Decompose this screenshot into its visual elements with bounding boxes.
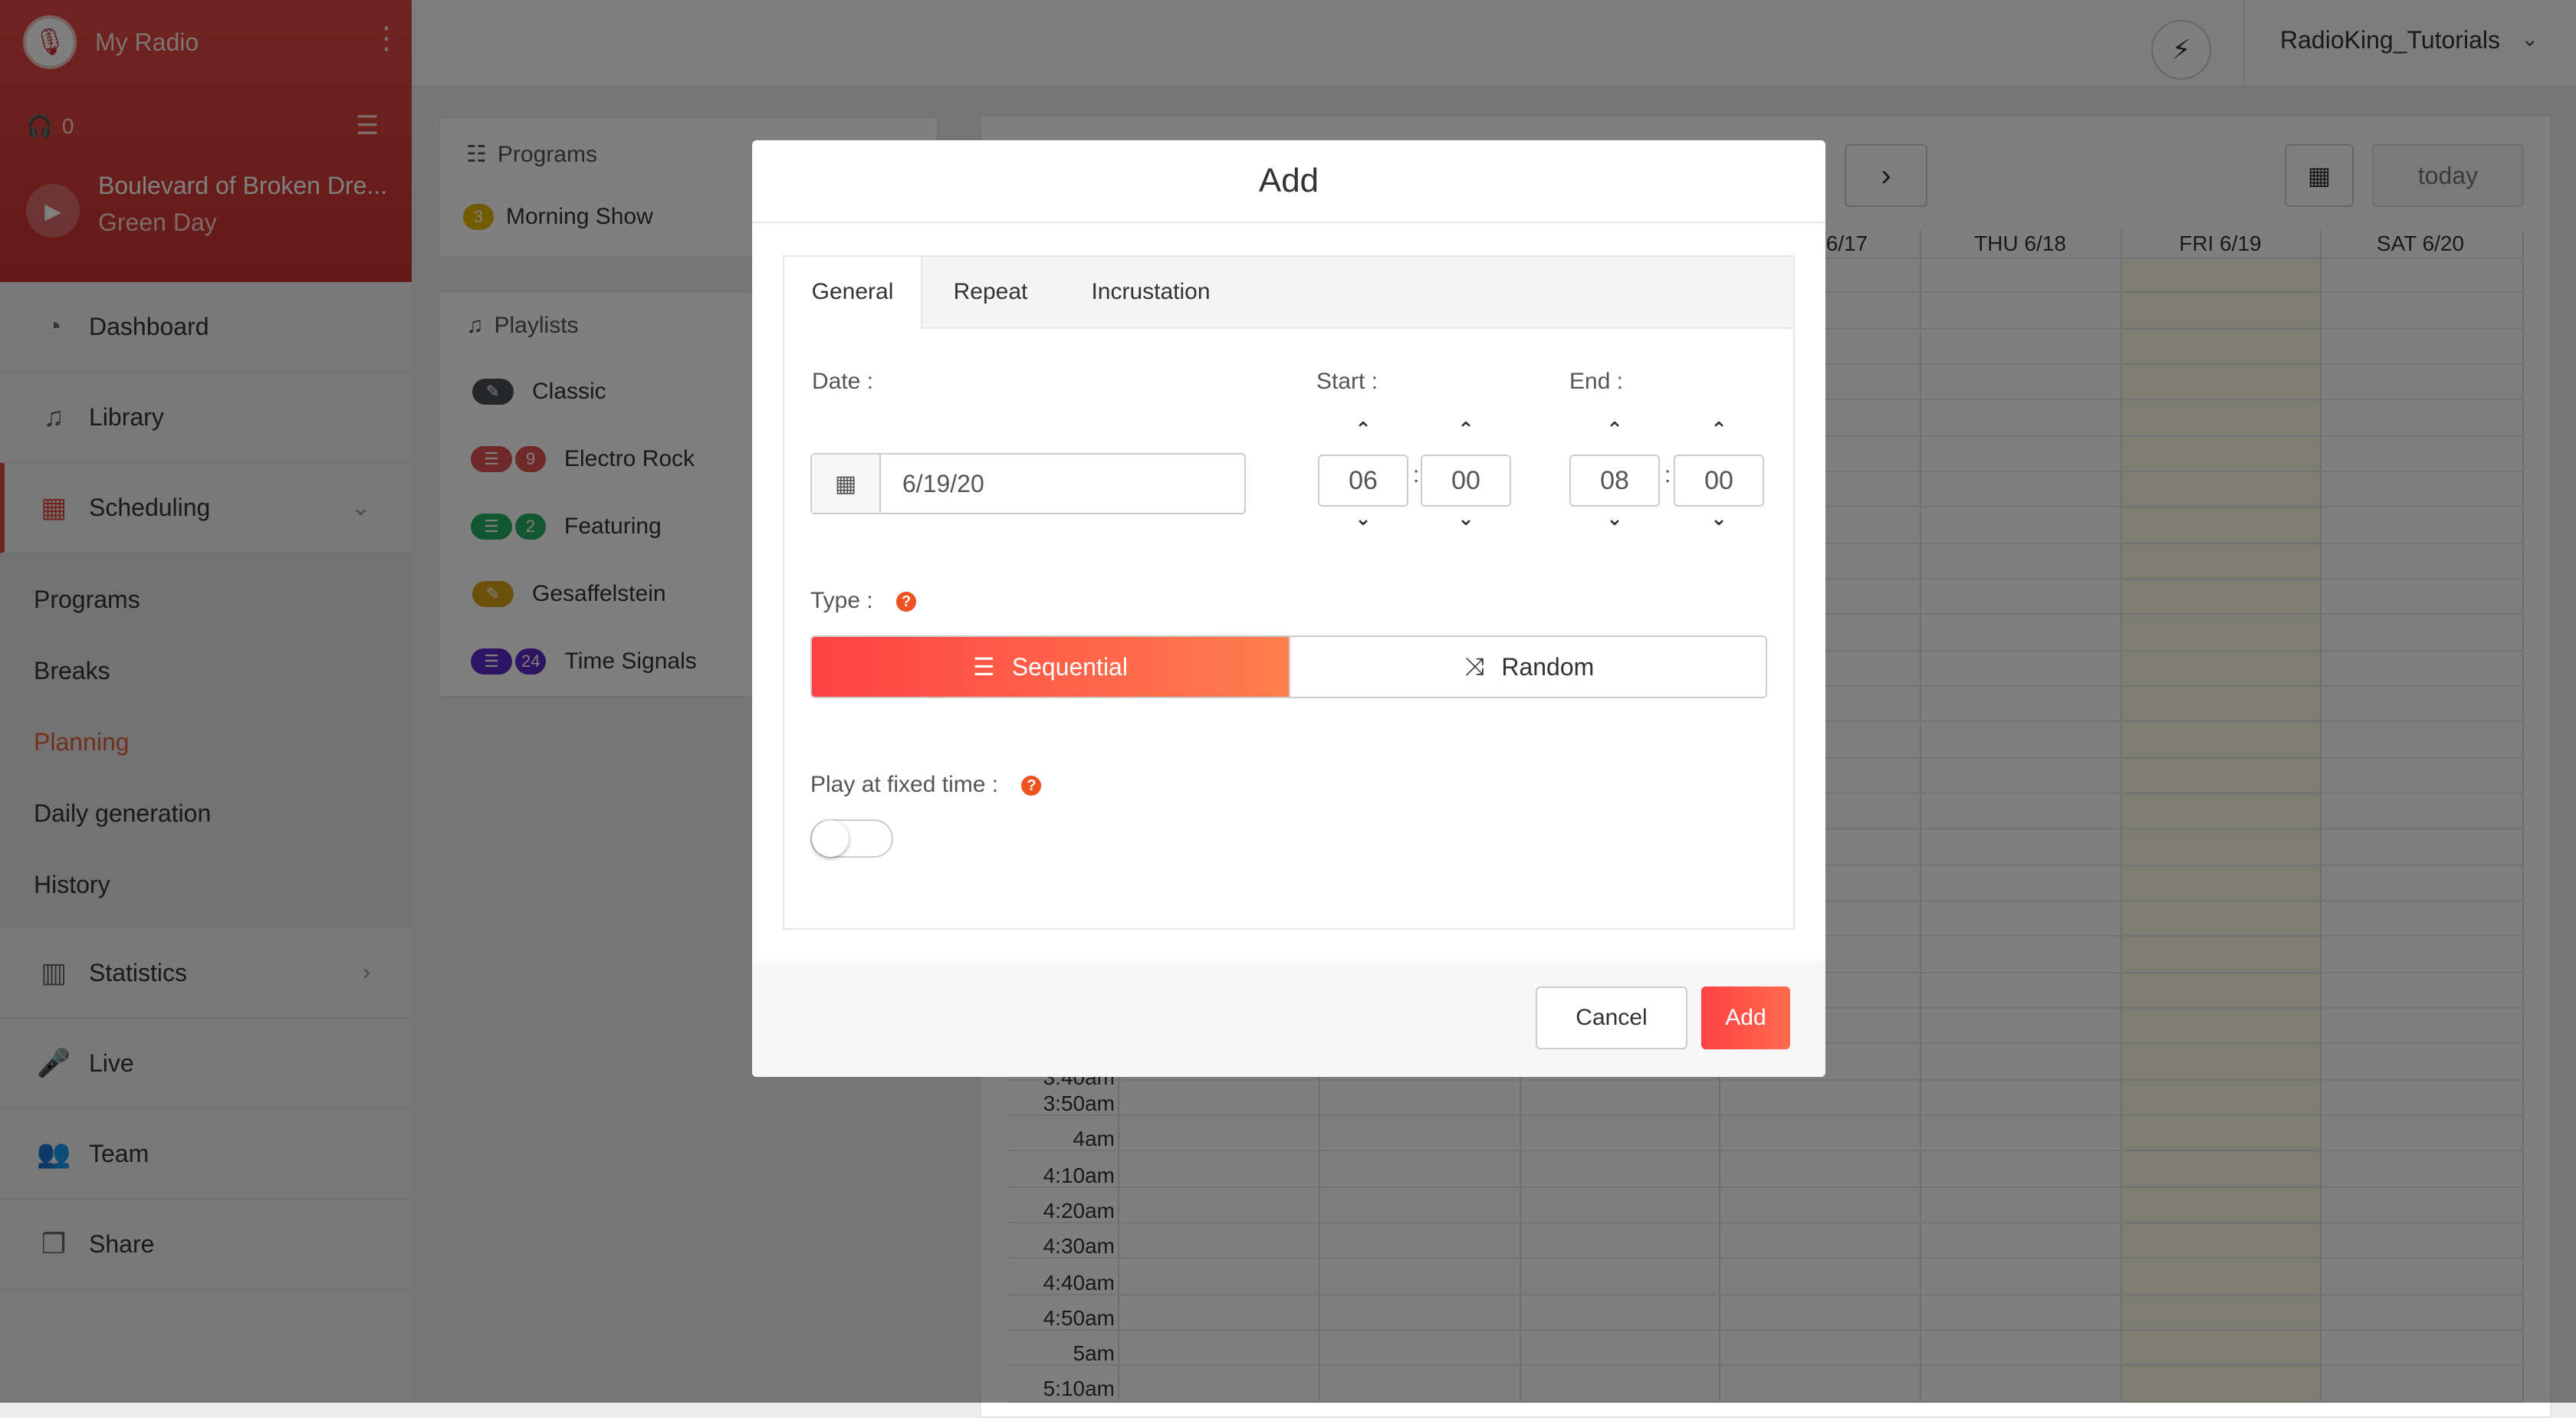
type-toggle: ☰ Sequential ⤨ Random — [810, 635, 1767, 698]
modal-title: Add — [752, 140, 1825, 223]
tab-repeat[interactable]: Repeat — [921, 257, 1060, 329]
end-hour-up-icon[interactable]: ⌃ — [1569, 418, 1660, 441]
end-hour-down-icon[interactable]: ⌄ — [1569, 507, 1660, 530]
type-label-text: Type : — [810, 588, 873, 613]
end-label: End : — [1569, 369, 1624, 394]
toggle-knob — [812, 820, 849, 857]
end-min-input[interactable] — [1674, 455, 1764, 507]
date-input[interactable] — [881, 455, 1241, 513]
date-label: Date : — [812, 369, 874, 394]
random-label: Random — [1501, 652, 1595, 681]
start-hour-down-icon[interactable]: ⌄ — [1318, 507, 1408, 530]
tab-general[interactable]: General — [784, 257, 922, 329]
start-min-down-icon[interactable]: ⌄ — [1421, 507, 1511, 530]
sequential-label: Sequential — [1011, 652, 1128, 681]
add-button[interactable]: Add — [1701, 986, 1790, 1049]
random-button[interactable]: ⤨ Random — [1289, 637, 1766, 697]
date-field: ▦ — [810, 453, 1246, 514]
tab-incrustation[interactable]: Incrustation — [1060, 257, 1241, 329]
fixed-time-label: Play at fixed time : ? — [810, 772, 1042, 798]
time-colon: : — [1413, 462, 1420, 487]
start-min-up-icon[interactable]: ⌃ — [1421, 418, 1511, 441]
start-hour-input[interactable] — [1318, 455, 1408, 507]
start-hour-up-icon[interactable]: ⌃ — [1318, 418, 1408, 441]
calendar-icon[interactable]: ▦ — [812, 455, 881, 513]
type-label: Type : ? — [810, 588, 917, 614]
help-icon[interactable]: ? — [896, 592, 917, 612]
fixed-time-label-text: Play at fixed time : — [810, 772, 999, 797]
help-icon[interactable]: ? — [1021, 776, 1042, 796]
fixed-time-toggle[interactable] — [810, 819, 893, 858]
shuffle-icon: ⤨ — [1464, 652, 1485, 680]
add-event-modal: Add General Repeat Incrustation Date : S… — [752, 140, 1825, 1077]
time-colon: : — [1664, 462, 1671, 487]
ordered-list-icon: ☰ — [973, 653, 995, 681]
tab-panel: General Repeat Incrustation Date : Start… — [783, 255, 1795, 930]
start-min-input[interactable] — [1421, 455, 1511, 507]
cancel-button[interactable]: Cancel — [1536, 986, 1687, 1049]
end-min-up-icon[interactable]: ⌃ — [1674, 418, 1764, 441]
end-min-down-icon[interactable]: ⌄ — [1674, 507, 1764, 530]
start-label: Start : — [1316, 369, 1378, 394]
end-hour-input[interactable] — [1569, 455, 1660, 507]
sequential-button[interactable]: ☰ Sequential — [812, 637, 1289, 697]
